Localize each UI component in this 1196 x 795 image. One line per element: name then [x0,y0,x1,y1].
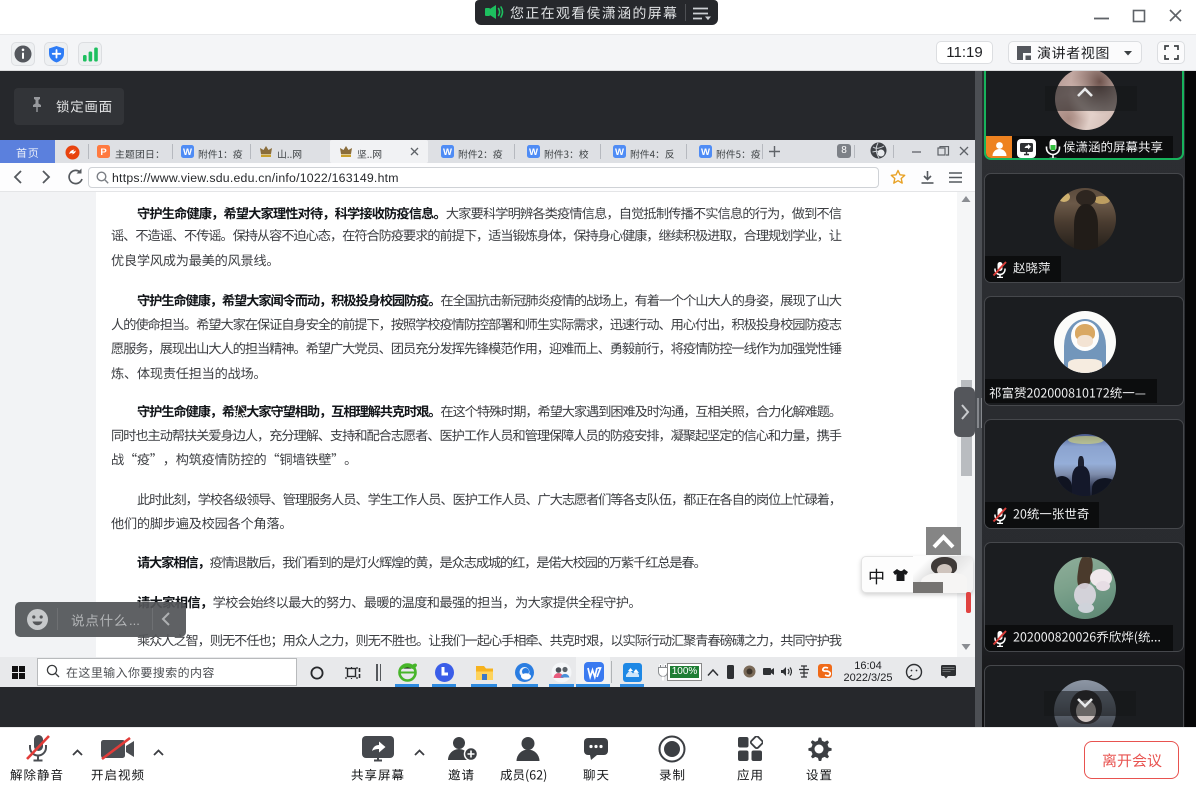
svg-text:W: W [183,147,192,158]
svg-text:W: W [701,147,710,158]
svg-text:W: W [443,147,452,158]
svg-text:P: P [100,147,107,158]
svg-text:W: W [615,147,624,158]
svg-text:W: W [529,147,538,158]
